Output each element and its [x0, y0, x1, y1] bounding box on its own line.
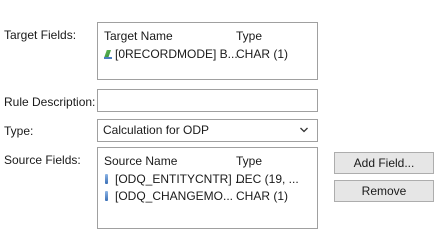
- target-type-column-header[interactable]: Type: [236, 29, 262, 43]
- target-fields-header: Target Name Type: [104, 29, 313, 45]
- target-field-type: CHAR (1): [236, 47, 289, 61]
- source-fields-table[interactable]: Source Name Type [ODQ_ENTITYCNTR] ... DE…: [97, 147, 318, 229]
- green-infoobject-icon: [104, 49, 112, 59]
- field-icon: [104, 191, 112, 201]
- source-type-column-header[interactable]: Type: [236, 154, 262, 168]
- rule-description-input[interactable]: [97, 89, 318, 112]
- rule-description-label: Rule Description:: [4, 95, 96, 109]
- source-field-type: DEC (19, ...: [236, 172, 299, 186]
- source-fields-header: Source Name Type: [104, 154, 313, 170]
- source-field-name: [ODQ_ENTITYCNTR] ...: [115, 172, 246, 186]
- source-field-name: [ODQ_CHANGEMO...: [115, 189, 234, 203]
- field-icon: [104, 174, 112, 184]
- table-row[interactable]: [0RECORDMODE] B... CHAR (1): [104, 47, 313, 63]
- table-row[interactable]: [ODQ_CHANGEMO... CHAR (1): [104, 189, 313, 205]
- target-name-column-header[interactable]: Target Name: [104, 29, 173, 43]
- type-label: Type:: [4, 124, 34, 138]
- source-field-type: CHAR (1): [236, 189, 289, 203]
- add-field-button[interactable]: Add Field...: [334, 152, 434, 174]
- source-fields-label: Source Fields:: [4, 153, 81, 167]
- remove-button[interactable]: Remove: [334, 180, 434, 202]
- target-field-name: [0RECORDMODE] B...: [115, 47, 238, 61]
- target-fields-label: Target Fields:: [4, 28, 77, 42]
- chevron-down-icon: [300, 127, 308, 133]
- table-row[interactable]: [ODQ_ENTITYCNTR] ... DEC (19, ...: [104, 172, 313, 188]
- type-select-value: Calculation for ODP: [103, 123, 210, 137]
- type-select[interactable]: Calculation for ODP: [97, 119, 318, 142]
- source-name-column-header[interactable]: Source Name: [104, 154, 177, 168]
- target-fields-table[interactable]: Target Name Type [0RECORDMODE] B... CHAR…: [97, 22, 318, 80]
